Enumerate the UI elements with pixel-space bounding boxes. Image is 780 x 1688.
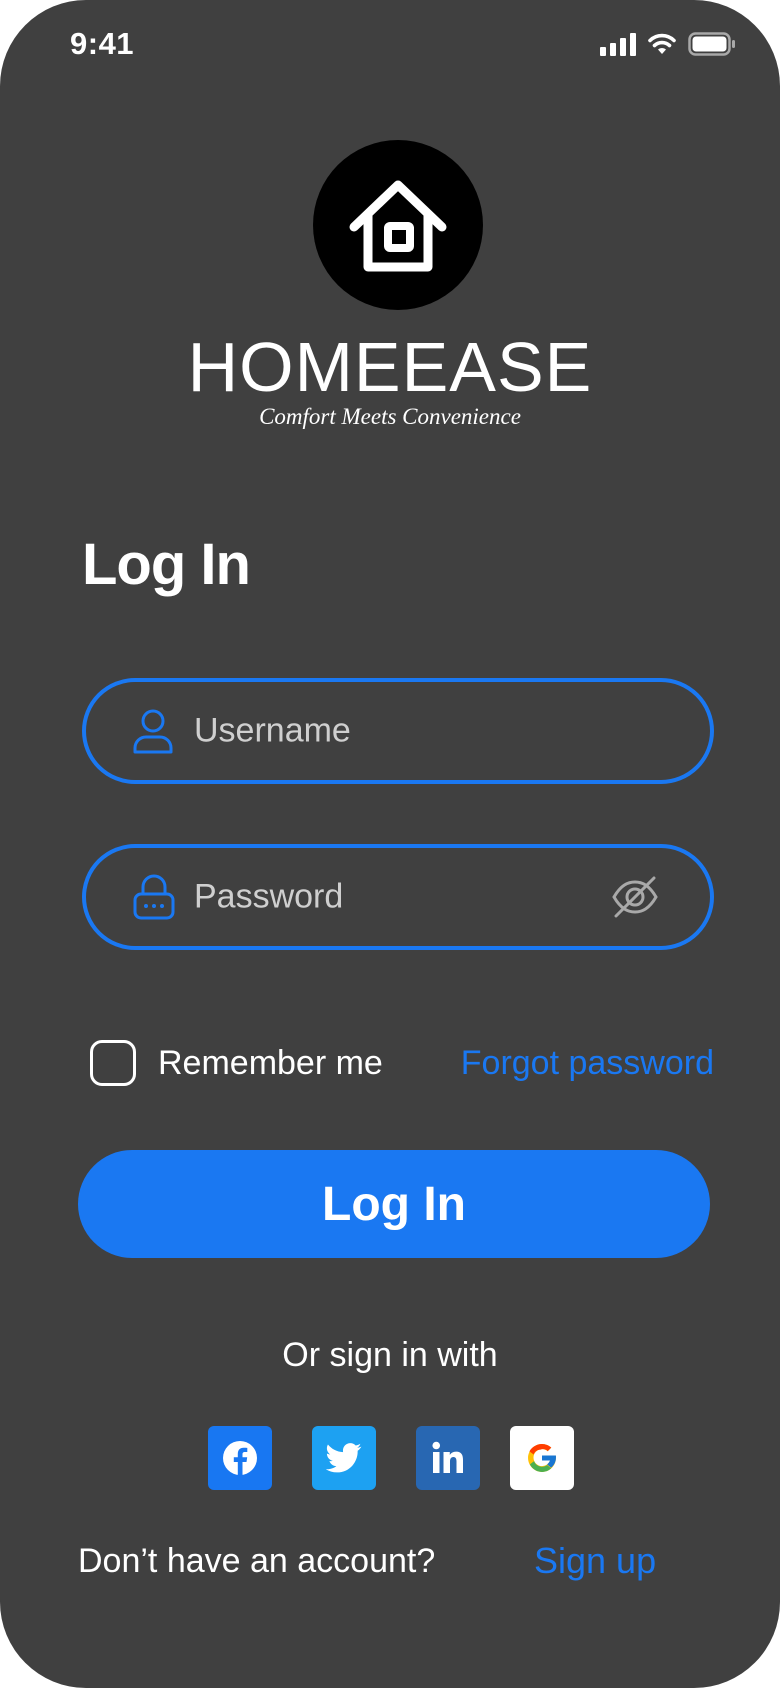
password-placeholder: Password (194, 877, 344, 916)
username-placeholder: Username (194, 711, 351, 750)
forgot-password-link[interactable]: Forgot password (461, 1042, 714, 1084)
eye-off-icon[interactable] (612, 875, 658, 919)
lock-icon (133, 874, 175, 920)
brand-tagline: Comfort Meets Convenience (259, 404, 521, 429)
cellular-signal-icon (600, 32, 636, 56)
social-label: Or sign in with (282, 1336, 498, 1374)
status-time: 9:41 (70, 26, 135, 61)
logo (313, 140, 483, 310)
remember-checkbox[interactable] (90, 1040, 136, 1086)
linkedin-button[interactable] (416, 1426, 480, 1490)
facebook-icon (223, 1441, 257, 1475)
signup-link[interactable]: Sign up (534, 1540, 656, 1582)
facebook-button[interactable] (208, 1426, 272, 1490)
twitter-button[interactable] (312, 1426, 376, 1490)
username-field[interactable]: Username (82, 678, 714, 784)
status-icons (600, 32, 736, 56)
no-account-prompt: Don’t have an account? (78, 1542, 436, 1580)
twitter-icon (326, 1443, 362, 1473)
wifi-icon (648, 33, 676, 54)
google-icon (528, 1444, 556, 1472)
house-icon (349, 180, 447, 272)
linkedin-icon (432, 1441, 463, 1473)
page-title: Log In (82, 532, 251, 597)
login-button[interactable]: Log In (78, 1150, 710, 1258)
remember-label: Remember me (158, 1044, 383, 1082)
login-screen: 9:41 HOMEEASE Comfort Meets Convenience … (0, 0, 780, 1688)
google-button[interactable] (510, 1426, 574, 1490)
user-icon (133, 709, 173, 754)
brand-name: HOMEEASE (187, 328, 593, 406)
password-field[interactable]: Password (82, 844, 714, 950)
battery-icon (688, 32, 735, 56)
